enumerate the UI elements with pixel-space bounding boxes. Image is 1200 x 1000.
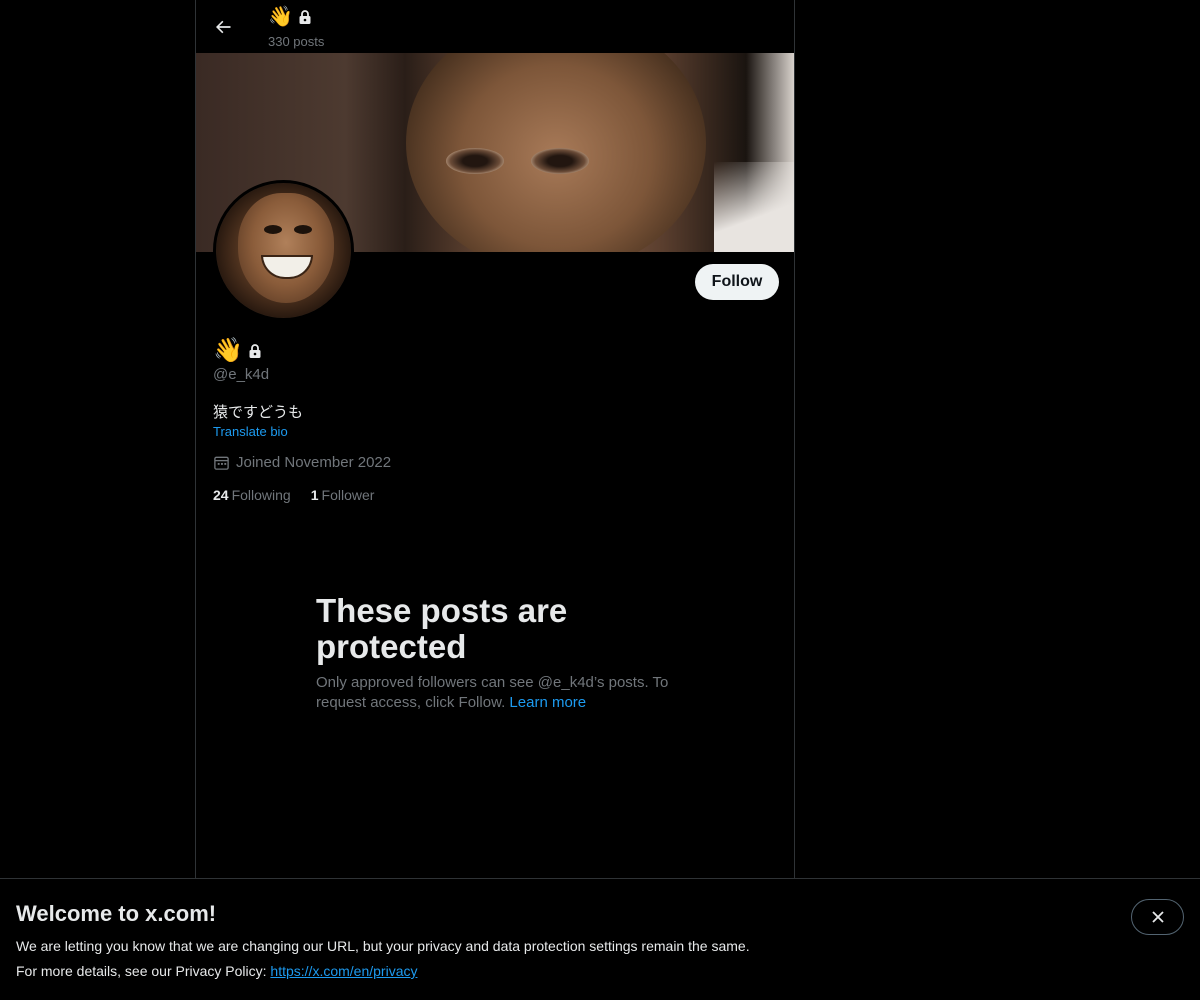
protected-heading: These posts are protected [316, 592, 568, 665]
url-change-notice: Welcome to x.com! We are letting you kno… [0, 878, 1200, 1000]
followers-link[interactable]: 1 Follower [311, 487, 375, 503]
profile-name: 👋 [213, 336, 263, 365]
privacy-policy-link[interactable]: https://x.com/en/privacy [270, 963, 417, 979]
notice-privacy-prefix: For more details, see our Privacy Policy… [16, 963, 267, 979]
protected-body: Only approved followers can see @e_k4d’s… [316, 673, 676, 713]
close-icon [1151, 911, 1164, 923]
top-bar: 👋 330 posts [196, 0, 794, 53]
follower-label: Follower [321, 487, 375, 503]
profile-bio: 猿ですどうも [213, 403, 304, 421]
following-label: Following [231, 487, 291, 503]
header-title: 👋 [268, 4, 313, 29]
back-arrow-icon [216, 20, 231, 34]
follow-stats: 24 Following 1 Follower [213, 487, 374, 503]
lock-icon [299, 9, 311, 24]
lock-icon [249, 343, 261, 358]
avatar[interactable] [213, 180, 354, 321]
profile-column: 👋 330 posts Follow 👋 @e_k4d 猿ですどうも Trans [195, 0, 795, 878]
learn-more-link[interactable]: Learn more [509, 694, 586, 711]
translate-bio-link[interactable]: Translate bio [213, 424, 288, 439]
close-notice-button[interactable] [1131, 899, 1184, 935]
calendar-icon [214, 456, 229, 470]
notice-title: Welcome to x.com! [16, 901, 217, 926]
follow-button[interactable]: Follow [695, 264, 779, 300]
following-link[interactable]: 24 Following [213, 487, 291, 503]
joined-date: Joined November 2022 [213, 454, 391, 471]
notice-text: We are letting you know that we are chan… [16, 938, 750, 954]
follower-count: 1 [310, 487, 319, 503]
profile-handle: @e_k4d [213, 366, 270, 383]
protected-body-text: Only approved followers can see @e_k4d’s… [316, 674, 669, 711]
wave-emoji: 👋 [268, 6, 293, 28]
protected-notice: These posts are protected Only approved … [316, 593, 676, 713]
wave-emoji: 👋 [213, 337, 243, 364]
back-button[interactable] [206, 10, 240, 44]
post-count: 330 posts [268, 34, 325, 49]
notice-privacy-line: For more details, see our Privacy Policy… [16, 963, 417, 979]
following-count: 24 [213, 487, 229, 503]
joined-text: Joined November 2022 [236, 454, 392, 471]
